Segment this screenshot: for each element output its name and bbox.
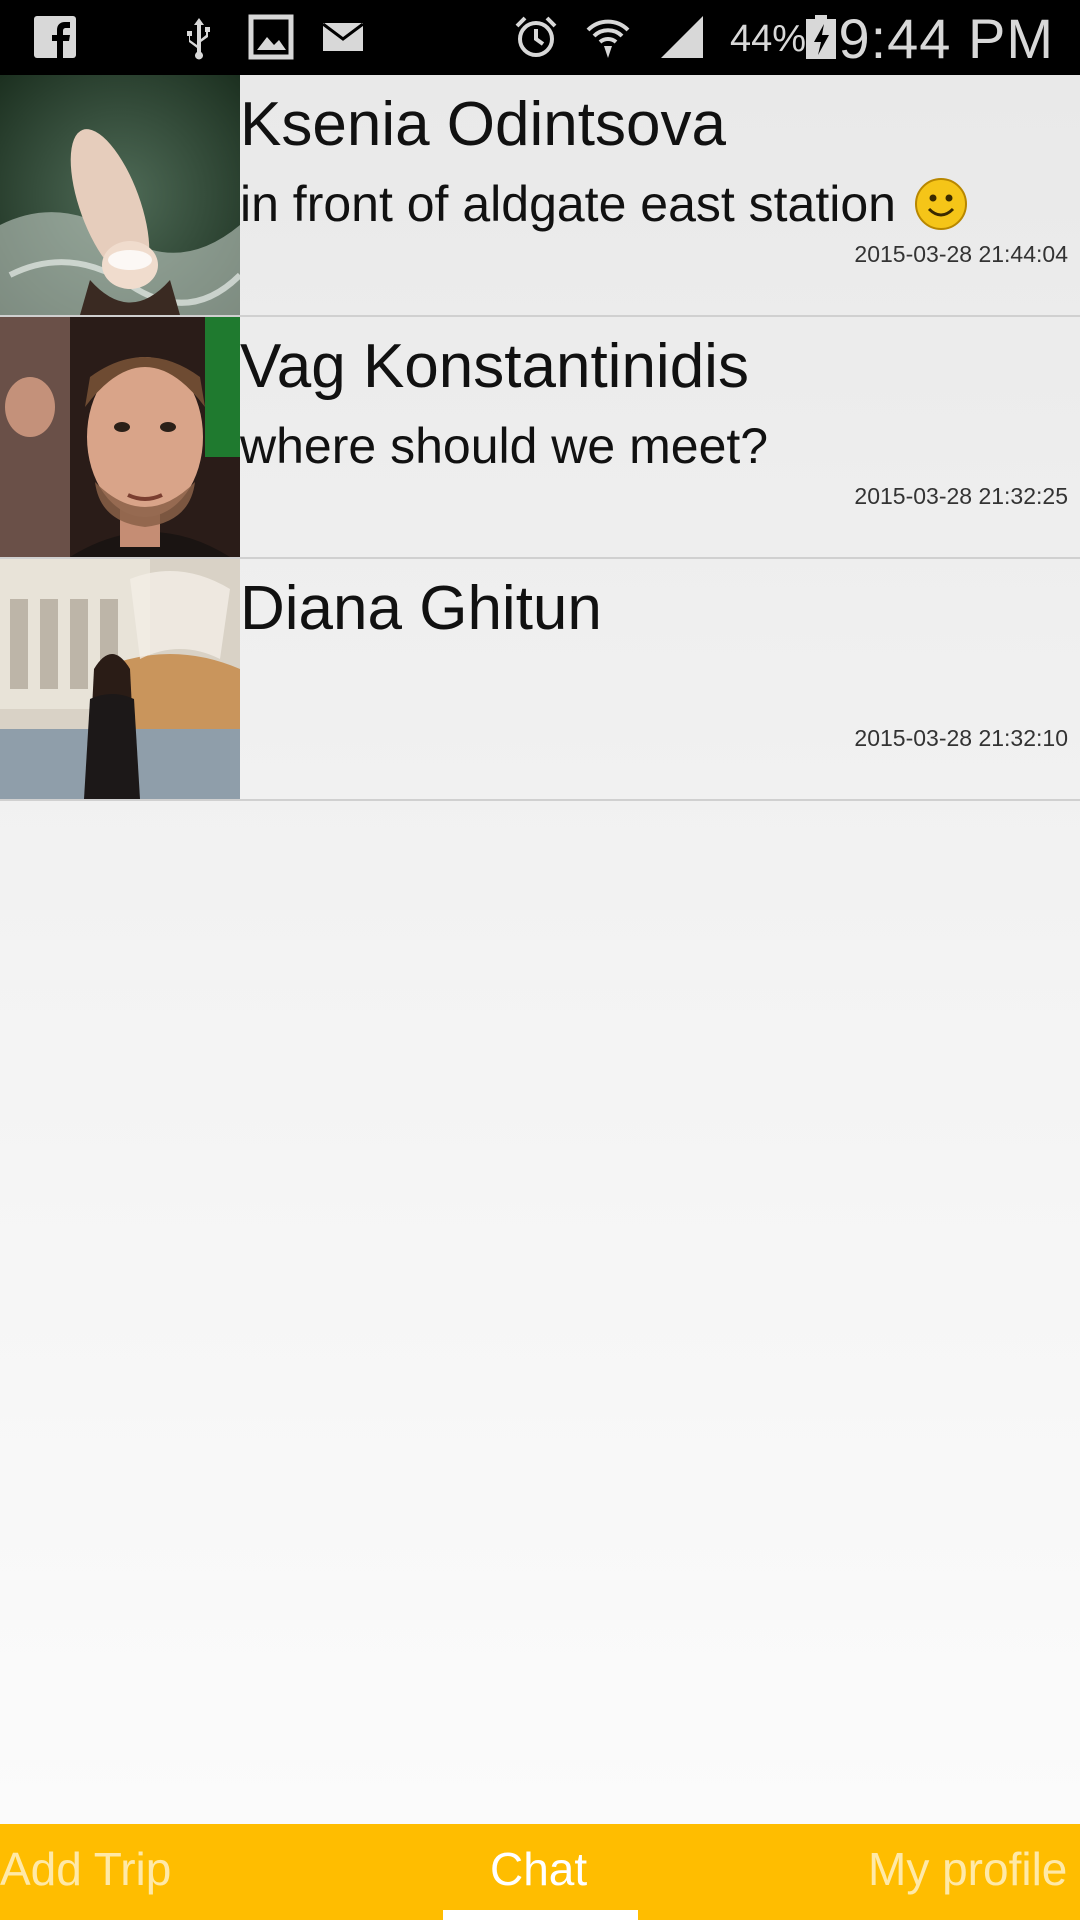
battery-percent: 44% bbox=[730, 18, 807, 60]
message-timestamp: 2015-03-28 21:44:04 bbox=[854, 241, 1068, 267]
wifi-icon bbox=[585, 14, 631, 60]
active-tab-indicator bbox=[443, 1910, 638, 1920]
battery-icon bbox=[804, 14, 838, 60]
message-timestamp: 2015-03-28 21:32:25 bbox=[854, 483, 1068, 509]
avatar bbox=[0, 75, 240, 315]
contact-name: Diana Ghitun bbox=[240, 574, 602, 643]
status-bar: 44% 9:44 PM bbox=[0, 0, 1080, 75]
facebook-icon bbox=[32, 14, 78, 60]
chat-row[interactable]: Vag Konstantinidis where should we meet?… bbox=[0, 317, 1080, 559]
chat-row[interactable]: Ksenia Odintsova in front of aldgate eas… bbox=[0, 75, 1080, 317]
smiley-icon bbox=[914, 177, 968, 231]
tab-chat[interactable]: Chat bbox=[490, 1842, 587, 1896]
message-timestamp: 2015-03-28 21:32:10 bbox=[854, 725, 1068, 751]
tab-my-profile[interactable]: My profile bbox=[868, 1842, 1067, 1896]
last-message-text: in front of aldgate east station bbox=[240, 176, 896, 232]
last-message: in front of aldgate east station bbox=[240, 175, 968, 233]
usb-icon bbox=[176, 14, 222, 60]
chat-list: Ksenia Odintsova in front of aldgate eas… bbox=[0, 75, 1080, 801]
contact-name: Vag Konstantinidis bbox=[240, 332, 749, 401]
clock: 9:44 PM bbox=[838, 7, 1054, 70]
gallery-icon bbox=[248, 14, 294, 60]
last-message: where should we meet? bbox=[240, 417, 768, 475]
mail-icon bbox=[320, 14, 366, 60]
chat-row[interactable]: Diana Ghitun 2015-03-28 21:32:10 bbox=[0, 559, 1080, 801]
chat-screen: 44% 9:44 PM Ksenia Odintsova in front of… bbox=[0, 0, 1080, 1920]
signal-icon bbox=[659, 14, 705, 60]
avatar bbox=[0, 559, 240, 799]
tab-add-trip[interactable]: Add Trip bbox=[0, 1842, 171, 1896]
avatar bbox=[0, 317, 240, 557]
bottom-tab-bar: Add Trip Chat My profile bbox=[0, 1824, 1080, 1920]
alarm-icon bbox=[513, 14, 559, 60]
contact-name: Ksenia Odintsova bbox=[240, 90, 726, 159]
last-message-text: where should we meet? bbox=[240, 418, 769, 474]
